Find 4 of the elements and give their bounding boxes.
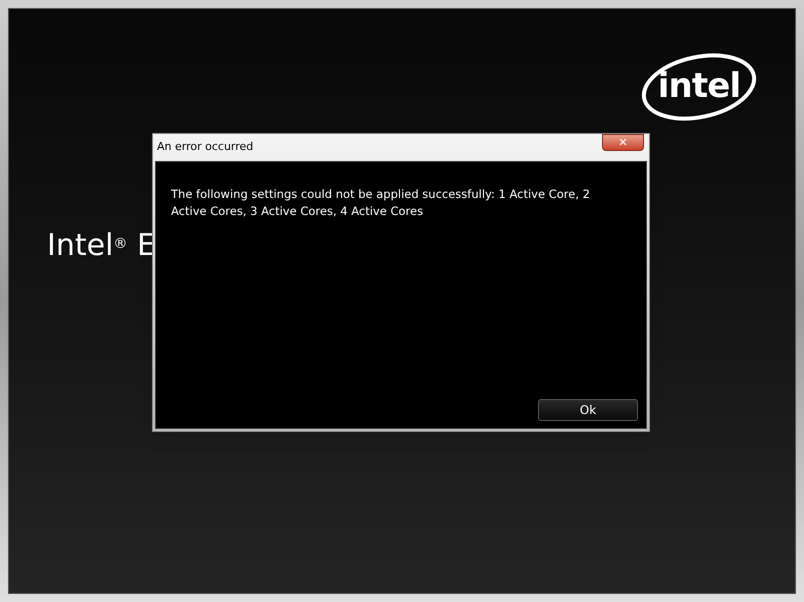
intel-logo: intel [639, 51, 759, 121]
ok-button[interactable]: Ok [538, 399, 638, 421]
error-message: The following settings could not be applied successfully: 1 Active Core, 2 Active Cores, 3 Active Cores, 4 Active Cores [171, 186, 591, 220]
dialog-title: An error occurred [157, 139, 254, 155]
